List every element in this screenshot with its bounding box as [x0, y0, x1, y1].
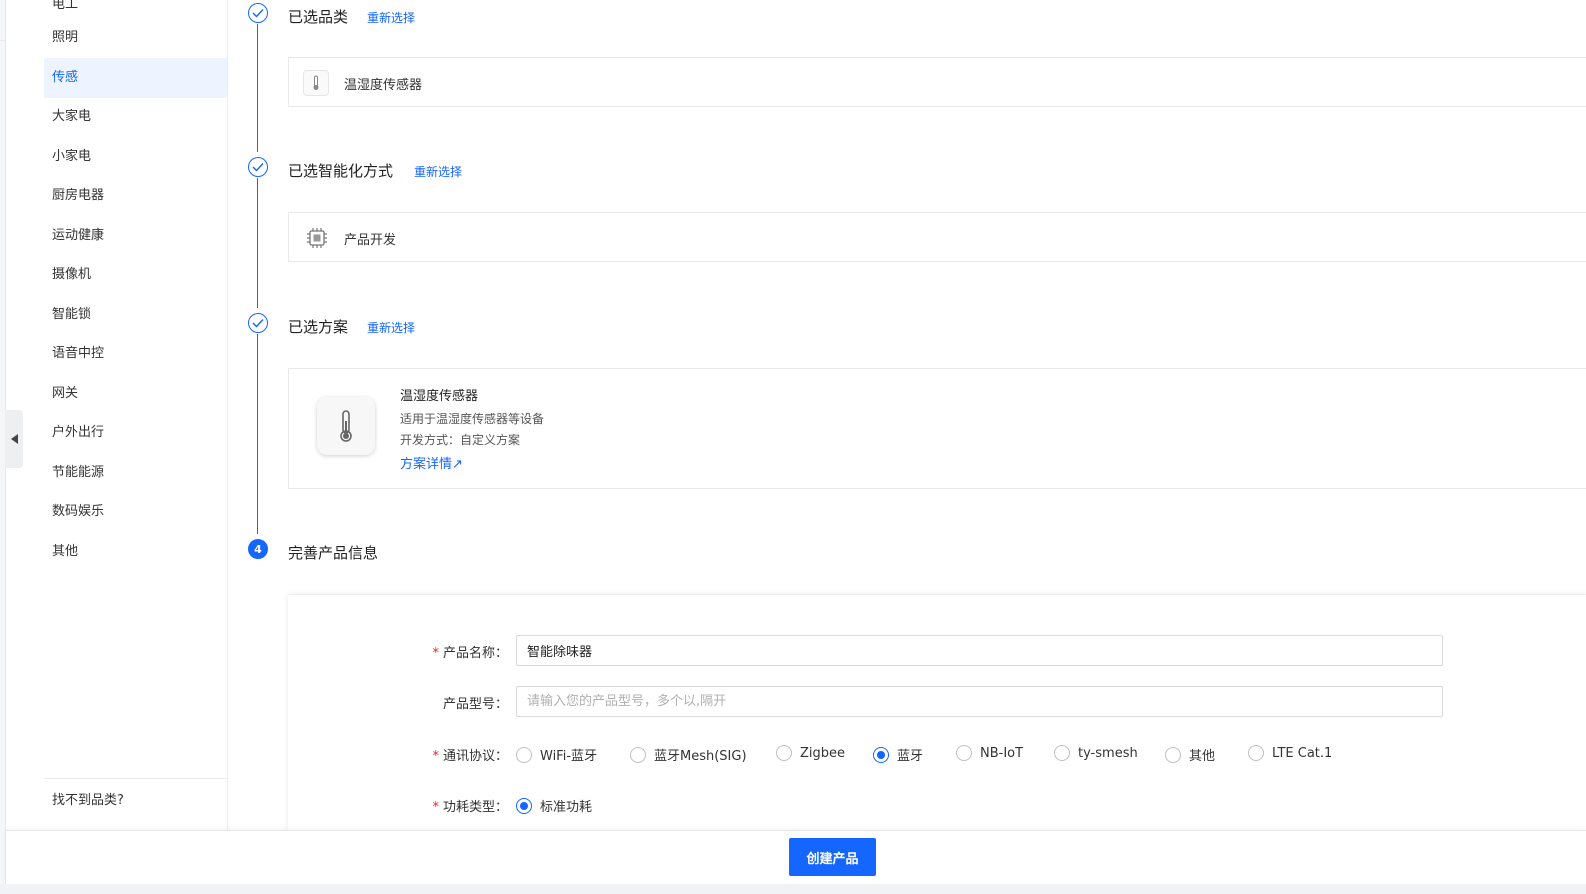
- timeline-line: [257, 334, 258, 534]
- required-mark: *: [432, 800, 439, 815]
- category-item-sensor[interactable]: 传感: [44, 58, 227, 98]
- required-mark: *: [432, 749, 439, 764]
- selected-solution-card: 温湿度传感器 适用于温湿度传感器等设备 开发方式：自定义方案 方案详情↗: [288, 368, 1586, 489]
- sidebar-divider: [44, 778, 227, 779]
- required-mark: *: [432, 646, 439, 661]
- selected-category-label: 温湿度传感器: [344, 78, 423, 93]
- step-done-icon: [248, 313, 268, 333]
- category-item-voice-control[interactable]: 语音中控: [44, 334, 227, 374]
- caret-left-icon: [10, 434, 18, 444]
- category-item-energy[interactable]: 节能能源: [44, 453, 227, 493]
- protocol-option-lte-cat1[interactable]: LTE Cat.1: [1248, 745, 1332, 761]
- chip-icon: [304, 225, 330, 251]
- protocol-option-bluetooth[interactable]: 蓝牙: [873, 745, 923, 764]
- sidebar-edge-divider: [0, 40, 6, 41]
- step-title-category: 已选品类: [288, 8, 349, 26]
- protocol-option-ble-mesh[interactable]: 蓝牙Mesh(SIG): [630, 745, 747, 764]
- category-item-outdoor[interactable]: 户外出行: [44, 413, 227, 453]
- bottom-strip: [0, 884, 1586, 894]
- radio-button[interactable]: [516, 746, 532, 763]
- step-title-method: 已选智能化方式: [288, 162, 394, 180]
- power-option-standard[interactable]: 标准功耗: [516, 796, 592, 815]
- selected-category-card: 温湿度传感器: [288, 57, 1586, 107]
- thermometer-icon: [303, 70, 329, 96]
- reselect-method-link[interactable]: 重新选择: [414, 163, 462, 180]
- category-item-gateway[interactable]: 网关: [44, 374, 227, 414]
- protocol-option-zigbee[interactable]: Zigbee: [776, 745, 845, 761]
- radio-button[interactable]: [630, 746, 646, 763]
- radio-button[interactable]: [956, 745, 972, 761]
- solution-description: 适用于温湿度传感器等设备: [400, 412, 545, 426]
- step-title-info: 完善产品信息: [288, 544, 379, 562]
- timeline-line: [257, 178, 258, 308]
- protocol-option-wifi-bluetooth[interactable]: WiFi-蓝牙: [516, 745, 597, 764]
- product-info-form: *产品名称： 产品型号： *通讯协议： WiFi-蓝牙 蓝牙Mesh(SIG) …: [288, 594, 1586, 834]
- product-model-label: 产品型号：: [442, 697, 508, 712]
- collapse-sidebar-button[interactable]: [5, 410, 23, 468]
- category-item-other[interactable]: 其他: [44, 532, 227, 572]
- radio-button-checked[interactable]: [873, 746, 889, 763]
- solution-dev-mode: 开发方式：自定义方案: [400, 433, 521, 447]
- step-done-icon: [248, 157, 268, 177]
- step-done-icon: [248, 3, 268, 23]
- category-item-digital[interactable]: 数码娱乐: [44, 492, 227, 532]
- category-item-partial[interactable]: 电工: [44, 0, 227, 10]
- timeline-line: [257, 24, 258, 152]
- protocol-option-nb-iot[interactable]: NB-IoT: [956, 745, 1023, 761]
- category-sidebar: 电工 照明 传感 大家电 小家电 厨房电器 运动健康 摄像机 智能锁 语音中控 …: [44, 0, 228, 834]
- product-name-input[interactable]: [516, 635, 1443, 666]
- protocol-label: * 通讯协议：: [432, 749, 508, 764]
- reselect-category-link[interactable]: 重新选择: [367, 9, 415, 26]
- category-item-sports-health[interactable]: 运动健康: [44, 216, 227, 256]
- protocol-option-other[interactable]: 其他: [1165, 745, 1215, 764]
- product-model-input[interactable]: [516, 686, 1443, 717]
- thermometer-icon: [317, 397, 375, 455]
- create-product-button[interactable]: 创建产品: [789, 838, 876, 876]
- category-item-lighting[interactable]: 照明: [44, 18, 227, 58]
- category-item-kitchen[interactable]: 厨房电器: [44, 176, 227, 216]
- solution-details-link[interactable]: 方案详情↗: [400, 453, 463, 472]
- not-found-category-link[interactable]: 找不到品类?: [52, 789, 124, 808]
- step-title-solution: 已选方案: [288, 318, 349, 336]
- step-number-badge: 4: [248, 539, 268, 559]
- reselect-solution-link[interactable]: 重新选择: [367, 319, 415, 336]
- protocol-option-ty-smesh[interactable]: ty-smesh: [1054, 745, 1138, 761]
- category-item-smart-lock[interactable]: 智能锁: [44, 295, 227, 335]
- solution-name: 温湿度传感器: [400, 389, 479, 404]
- selected-method-label: 产品开发: [344, 233, 397, 248]
- selected-method-card: 产品开发: [288, 212, 1586, 262]
- category-item-small-appliance[interactable]: 小家电: [44, 137, 227, 177]
- radio-button[interactable]: [776, 745, 792, 761]
- radio-button[interactable]: [1248, 745, 1264, 761]
- category-item-major-appliance[interactable]: 大家电: [44, 97, 227, 137]
- power-type-label: * 功耗类型：: [432, 800, 508, 815]
- category-item-camera[interactable]: 摄像机: [44, 255, 227, 295]
- radio-button[interactable]: [1165, 746, 1181, 763]
- radio-button[interactable]: [1054, 745, 1070, 761]
- product-name-label: * 产品名称：: [432, 646, 508, 661]
- radio-button-checked[interactable]: [516, 797, 532, 814]
